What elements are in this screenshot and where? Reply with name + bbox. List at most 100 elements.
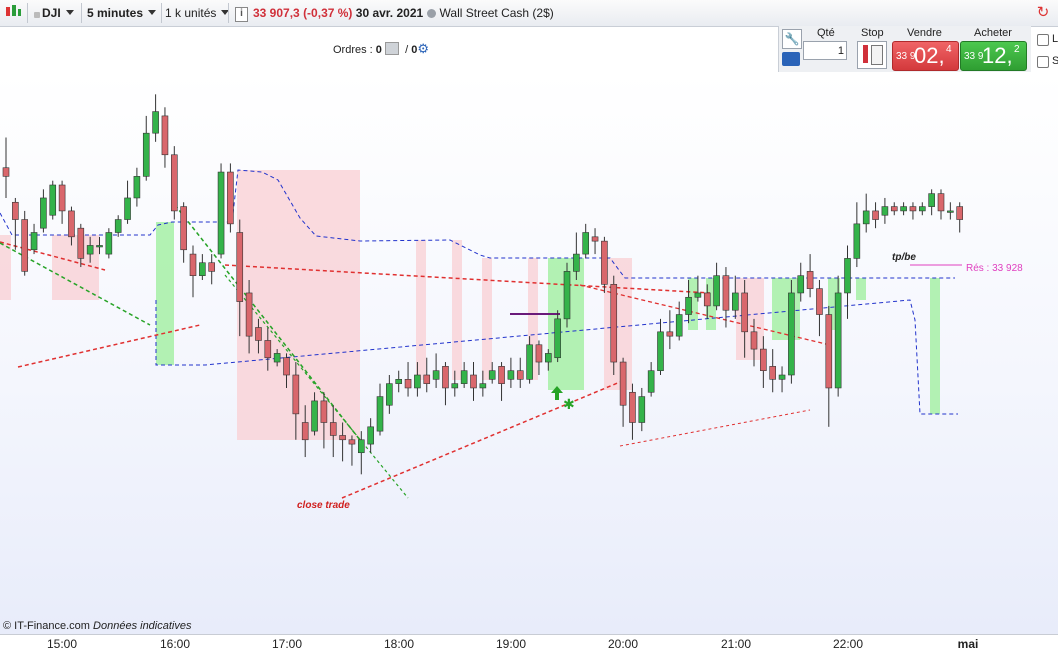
- candle-body: [573, 253, 580, 272]
- x-tick: mai: [957, 637, 979, 651]
- candle-body: [909, 206, 917, 212]
- candle-body: [152, 111, 159, 134]
- candle-body: [788, 292, 795, 376]
- candle-body: [301, 422, 309, 441]
- x-tick: 20:00: [607, 637, 639, 651]
- candle-body: [956, 206, 964, 220]
- candle-body: [339, 435, 346, 441]
- candle-body: [544, 353, 552, 363]
- candle-body: [750, 331, 758, 350]
- candle-body: [778, 374, 786, 380]
- candle-body: [68, 210, 75, 238]
- candle-body: [629, 391, 636, 423]
- candle-body: [264, 340, 272, 359]
- candle-body: [526, 344, 533, 380]
- candle-body: [479, 383, 487, 389]
- price-chart[interactable]: ✱ tp/be Rés : 33 928 close trade: [0, 0, 1058, 634]
- candle-body: [881, 206, 889, 216]
- candle-body: [86, 245, 94, 255]
- candle-body: [227, 171, 234, 225]
- candle-body: [311, 400, 318, 432]
- candle-body: [273, 353, 281, 363]
- bullish-zone: [930, 278, 940, 414]
- candle-body: [657, 331, 664, 371]
- candle-body: [255, 327, 262, 341]
- candle-body: [844, 258, 851, 294]
- candle-body: [507, 370, 515, 380]
- candle-body: [703, 292, 711, 307]
- candle-body: [619, 361, 627, 406]
- candle-body: [386, 383, 393, 406]
- x-tick: 18:00: [383, 637, 415, 651]
- candle-body: [647, 370, 655, 393]
- trendline-red-support-2: [619, 409, 811, 447]
- candle-body: [825, 314, 833, 389]
- candle-body: [582, 232, 590, 255]
- candle-body: [554, 318, 561, 359]
- candle-body: [245, 292, 253, 337]
- candle-body: [797, 275, 805, 294]
- candle-body: [283, 357, 290, 376]
- candle-body: [161, 115, 169, 156]
- candle-body: [937, 193, 945, 212]
- bullish-zone: [856, 278, 866, 300]
- candle-body: [442, 366, 449, 389]
- candle-body: [610, 284, 618, 363]
- candle-body: [872, 210, 879, 220]
- candle-body: [142, 132, 150, 177]
- candle-body: [105, 232, 113, 255]
- candle-body: [49, 184, 57, 216]
- candle-body: [30, 232, 38, 251]
- candle-body: [357, 439, 365, 454]
- resistance-label: Rés : 33 928: [966, 263, 1023, 274]
- candle-body: [217, 171, 225, 255]
- candle-body: [806, 271, 814, 289]
- x-tick: 21:00: [720, 637, 752, 651]
- credit-disclaimer: Données indicatives: [93, 620, 192, 632]
- candle-body: [918, 206, 926, 212]
- candle-body: [722, 275, 730, 311]
- time-axis: 15:00 16:00 17:00 18:00 19:00 20:00 21:0…: [0, 634, 1058, 653]
- candle-body: [591, 236, 599, 242]
- upper-envelope: [0, 169, 955, 279]
- candle-body: [77, 227, 85, 259]
- x-tick: 22:00: [832, 637, 864, 651]
- candle-body: [292, 374, 300, 415]
- candle-body: [853, 223, 861, 259]
- candle-body: [535, 344, 543, 363]
- candle-body: [124, 197, 131, 220]
- candle-body: [320, 400, 328, 423]
- candle-body: [414, 374, 421, 389]
- candle-body: [666, 331, 674, 337]
- candle-body: [2, 167, 10, 177]
- candle-body: [694, 292, 702, 298]
- candle-body: [404, 379, 412, 389]
- candle-body: [451, 383, 459, 389]
- candle-body: [432, 370, 440, 380]
- bearish-zone: [452, 240, 462, 380]
- candle-body: [376, 396, 384, 432]
- candle-body: [40, 197, 47, 229]
- candle-body: [236, 232, 244, 302]
- candle-body: [171, 154, 178, 212]
- candle-body: [460, 370, 468, 384]
- candle-body: [862, 210, 870, 225]
- credit-brand: © IT-Finance.com: [3, 620, 90, 632]
- candle-body: [329, 422, 337, 436]
- candle-body: [208, 262, 215, 272]
- candle-body: [488, 370, 496, 380]
- x-tick: 19:00: [495, 637, 527, 651]
- bullish-zone: [772, 278, 800, 340]
- candle-body: [638, 396, 646, 423]
- signal-star-icon: ✱: [563, 397, 575, 413]
- candle-body: [675, 314, 683, 337]
- candle-body: [498, 366, 505, 384]
- candle-body: [470, 374, 477, 389]
- candle-body: [180, 206, 187, 251]
- candle-body: [890, 206, 898, 212]
- candle-body: [133, 176, 141, 199]
- candle-body: [713, 275, 720, 307]
- x-tick: 17:00: [271, 637, 303, 651]
- bearish-zone: [52, 235, 99, 300]
- candle-body: [834, 292, 842, 389]
